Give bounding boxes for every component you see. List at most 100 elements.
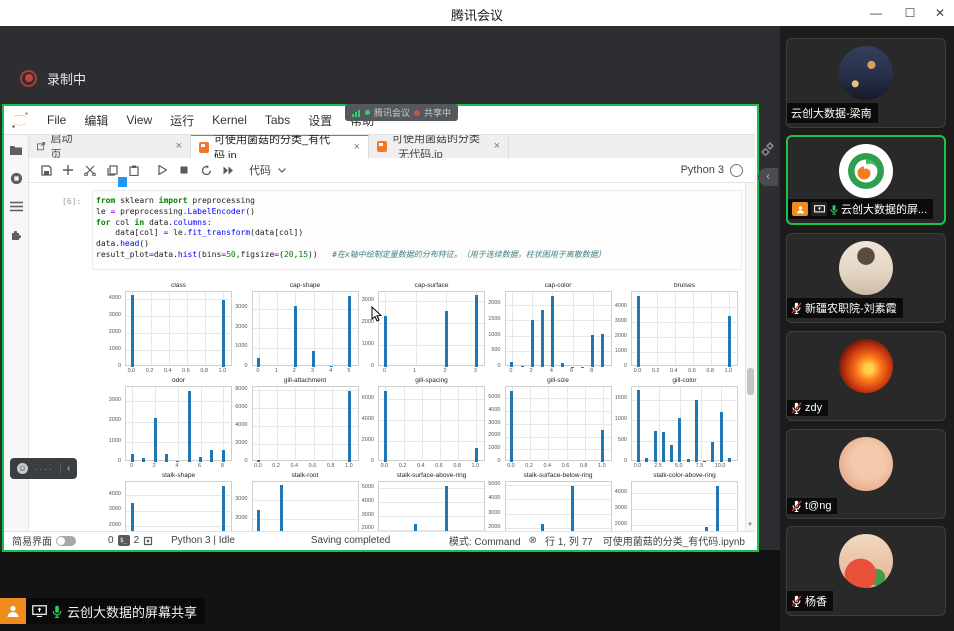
- jupyter-tabbar: 启动页 × 可使用菌菇的分类_有代码.ip × 可使用菌菇的分类_无代码.ip …: [29, 134, 755, 159]
- y-tick-label: 0: [572, 363, 627, 369]
- menu-settings[interactable]: 设置: [299, 112, 341, 129]
- run-all-button[interactable]: [217, 160, 239, 180]
- maximize-button[interactable]: ☐: [900, 4, 920, 22]
- kernel-status-label[interactable]: Python 3 | Idle: [171, 535, 235, 546]
- y-tick-label: 5000: [446, 394, 501, 400]
- participant-tile[interactable]: 杨香: [786, 526, 946, 616]
- y-tick-label: 4000: [572, 489, 627, 495]
- participant-tile-active-sharer[interactable]: 云创大数据的屏...: [786, 135, 946, 225]
- signal-bars-icon: [352, 104, 361, 122]
- x-tick-label: 0.8: [700, 368, 720, 374]
- notification-icon[interactable]: ⊗: [529, 535, 537, 546]
- file-browser-icon[interactable]: [9, 144, 23, 156]
- x-tick-label: 2.5: [648, 463, 668, 469]
- green-swirl-logo-icon: [843, 148, 889, 194]
- x-tick-label: 10.0: [710, 463, 730, 469]
- y-tick-label: 5000: [319, 484, 374, 490]
- participant-tile[interactable]: zdy: [786, 331, 946, 421]
- y-tick-label: 1000: [572, 416, 627, 422]
- x-tick-label: 0.8: [574, 463, 594, 469]
- add-cell-button[interactable]: [57, 160, 79, 180]
- x-tick-label: 5: [339, 368, 359, 374]
- restart-kernel-button[interactable]: [195, 160, 217, 180]
- participant-tile[interactable]: 新疆农职院-刘素霞: [786, 233, 946, 323]
- x-tick-label: 1.0: [592, 463, 612, 469]
- close-button[interactable]: ✕: [930, 4, 950, 22]
- x-tick-label: 0.6: [176, 368, 196, 374]
- cut-cell-button[interactable]: [79, 160, 101, 180]
- menu-edit[interactable]: 编辑: [75, 112, 117, 129]
- cell-selection-marker: [118, 177, 127, 187]
- notebook-scrollbar[interactable]: [745, 158, 756, 531]
- x-tick-label: 0.6: [429, 463, 449, 469]
- collapse-left-icon[interactable]: ‹: [67, 463, 70, 474]
- running-kernels-icon[interactable]: [10, 172, 23, 185]
- bottom-share-name: 云创大数据的屏幕共享: [67, 602, 197, 621]
- y-tick-label: 3000: [446, 420, 501, 426]
- gear-icon[interactable]: [760, 141, 776, 157]
- tab-notebook-no-code[interactable]: 可使用菌菇的分类_无代码.ip ×: [369, 134, 509, 158]
- meeting-share-banner[interactable]: 腾讯会议 共享中: [345, 104, 458, 121]
- run-cell-button[interactable]: [151, 160, 173, 180]
- x-tick-label: 0.4: [537, 463, 557, 469]
- plot-title: gill-size: [485, 377, 632, 384]
- participant-name: 云创大数据的屏...: [841, 201, 927, 217]
- y-tick-label: 2000: [66, 417, 121, 423]
- menu-view[interactable]: View: [117, 113, 161, 127]
- x-tick-label: 0: [248, 368, 268, 374]
- tab-notebook-with-code-close-icon[interactable]: ×: [354, 141, 360, 153]
- minimize-button[interactable]: —: [866, 4, 886, 22]
- cursor-position[interactable]: 行 1, 列 77: [545, 533, 593, 548]
- participant-name: zdy: [805, 402, 822, 414]
- kernel-name-label[interactable]: Python 3: [681, 164, 724, 176]
- participant-tile[interactable]: t@ng: [786, 429, 946, 519]
- x-tick-label: 1.0: [212, 368, 232, 374]
- y-tick-label: 3000: [66, 397, 121, 403]
- plot-title: stalk-shape: [105, 472, 252, 479]
- chevron-down-icon[interactable]: [271, 160, 293, 180]
- cell-type-select[interactable]: 代码: [249, 162, 271, 178]
- tab-notebook-no-code-close-icon[interactable]: ×: [494, 140, 500, 152]
- simple-mode-toggle[interactable]: [56, 536, 76, 546]
- tab-notebook-with-code[interactable]: 可使用菌菇的分类_有代码.ip ×: [191, 134, 369, 158]
- y-tick-label: 0: [446, 363, 501, 369]
- scroll-down-icon[interactable]: ▼: [746, 522, 754, 528]
- sidebar-collapse-icon[interactable]: ‹: [758, 168, 778, 186]
- y-tick-label: 4000: [319, 498, 374, 504]
- save-button[interactable]: [35, 160, 57, 180]
- x-tick-label: 0.4: [411, 463, 431, 469]
- menu-kernel[interactable]: Kernel: [203, 113, 256, 127]
- menu-tabs[interactable]: Tabs: [256, 113, 299, 127]
- x-tick-label: 0.0: [501, 463, 521, 469]
- plot-title: cap-surface: [358, 282, 505, 289]
- notebook-icon: [377, 141, 387, 152]
- tab-launcher-close-icon[interactable]: ×: [176, 140, 182, 152]
- y-tick-label: 4000: [446, 407, 501, 413]
- extensions-icon[interactable]: [10, 228, 23, 241]
- share-banner-app: 腾讯会议: [374, 106, 410, 119]
- menu-file[interactable]: File: [38, 113, 75, 127]
- scrollbar-thumb[interactable]: [747, 368, 754, 395]
- x-tick-label: 2: [435, 368, 455, 374]
- y-tick-label: 8000: [193, 386, 248, 392]
- avatar: [839, 46, 893, 100]
- y-tick-label: 6000: [319, 395, 374, 401]
- tab-launcher[interactable]: 启动页 ×: [29, 134, 191, 158]
- y-tick-label: 4000: [66, 295, 121, 301]
- assistant-pill[interactable]: ☺ ···· ‹: [10, 458, 77, 479]
- plot-title: stalk-color-above-ring: [611, 472, 742, 479]
- participant-tile[interactable]: 云创大数据-梁南: [786, 38, 946, 128]
- interrupt-kernel-button[interactable]: [173, 160, 195, 180]
- y-tick-label: 2000: [319, 437, 374, 443]
- y-tick-label: 2000: [446, 524, 501, 530]
- code-lines[interactable]: from sklearn import preprocessingle = pr…: [96, 196, 606, 261]
- participant-name: t@ng: [805, 500, 831, 512]
- table-of-contents-icon[interactable]: [10, 201, 23, 212]
- mic-muted-icon: [791, 500, 802, 512]
- x-tick-label: 0: [501, 368, 521, 374]
- y-tick-label: 2000: [446, 432, 501, 438]
- plot-title: stalk-root: [232, 472, 379, 479]
- y-tick-label: 3000: [66, 312, 121, 318]
- recording-label: 录制中: [47, 69, 86, 88]
- menu-run[interactable]: 运行: [161, 112, 203, 129]
